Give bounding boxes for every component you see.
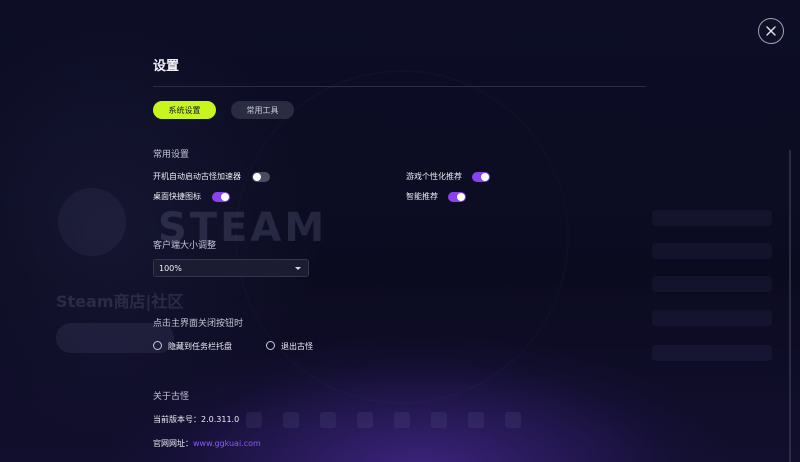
about-heading: 关于古怪	[153, 392, 190, 402]
close-action-heading: 点击主界面关闭按钮时	[153, 319, 244, 329]
client-size-value: 100%	[159, 263, 182, 273]
toggle-knob	[253, 173, 261, 181]
game-recommend-label: 游戏个性化推荐	[406, 172, 462, 181]
version-row: 当前版本号：2.0.311.0	[153, 414, 239, 425]
tab-system-settings[interactable]: 系统设置	[153, 101, 216, 119]
title-divider	[153, 86, 646, 87]
game-recommend-toggle[interactable]	[472, 172, 490, 182]
toggle-knob	[221, 193, 229, 201]
toggle-knob	[457, 193, 465, 201]
general-settings-heading: 常用设置	[153, 150, 190, 160]
hide-to-tray-label: 隐藏到任务栏托盘	[168, 342, 232, 351]
client-size-select[interactable]: 100%	[153, 259, 309, 277]
desktop-shortcut-label: 桌面快捷图标	[153, 192, 201, 201]
exit-app-label: 退出古怪	[281, 342, 313, 351]
smart-recommend-label: 智能推荐	[406, 192, 438, 201]
chevron-down-icon	[295, 267, 301, 270]
version-label: 当前版本号：	[153, 415, 201, 424]
settings-panel: 设置 系统设置 常用工具 常用设置 开机自动启动古怪加速器 游戏个性化推荐 桌面…	[0, 0, 800, 462]
radio-hide-to-tray[interactable]	[153, 341, 162, 350]
autostart-label: 开机自动启动古怪加速器	[153, 172, 241, 181]
toggle-knob	[481, 173, 489, 181]
smart-recommend-toggle[interactable]	[448, 192, 466, 202]
website-label: 官网网址：	[153, 439, 193, 448]
radio-exit-app[interactable]	[266, 341, 275, 350]
settings-tabs: 系统设置 常用工具	[153, 101, 294, 119]
tab-common-tools[interactable]: 常用工具	[231, 101, 294, 119]
autostart-toggle[interactable]	[252, 172, 270, 182]
desktop-shortcut-toggle[interactable]	[212, 192, 230, 202]
client-size-heading: 客户端大小调整	[153, 241, 217, 251]
version-value: 2.0.311.0	[201, 415, 240, 424]
page-title: 设置	[153, 59, 180, 74]
website-row: 官网网址：www.ggkuai.com	[153, 438, 261, 449]
website-link[interactable]: www.ggkuai.com	[193, 439, 261, 448]
